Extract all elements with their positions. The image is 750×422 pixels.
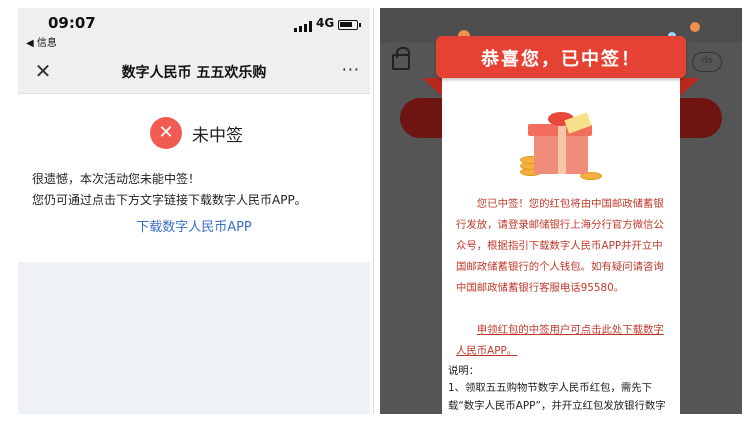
nav-bar: ✕ 数字人民币 五五欢乐购 ··· [18,50,370,94]
confetti-dot [690,22,700,32]
result-text: 未中签 [192,125,243,146]
status-bar: 09:07 ◀ 信息 4G [18,8,370,50]
note-body: 1、领取五五购物节数字人民币红包，需先下载“数字人民币APP”，并开立红包发放银… [448,382,666,412]
download-app-link[interactable]: 申领红包的中签用户可点击此处下载数字人民币APP。 [456,320,670,362]
network-type: 4G [316,16,335,30]
win-message: 您已中签！您的红包将由中国邮政储蓄银行发放，请登录邮储银行上海分行官方微信公众号… [456,198,664,294]
battery-icon [338,20,361,30]
message-line-1: 很遗憾，本次活动您未能中签！ [32,172,201,186]
background-badge: ds [692,52,722,72]
more-options-icon[interactable]: ··· [342,60,360,79]
screenshot-composite: 09:07 ◀ 信息 4G ✕ 数字人民币 五五欢乐购 ··· ✕ 未中签 很遗… [0,0,750,422]
empty-content-area [18,262,370,414]
close-icon[interactable]: ✕ [32,60,54,82]
gift-box-icon [520,106,602,184]
message-line-2: 您仍可通过点击下方文字链接下载数字人民币APP。 [32,193,307,207]
back-to-messages-link[interactable]: ◀ 信息 [26,34,57,49]
banner-ribbon-left [422,78,442,96]
close-circle-icon: ✕ [150,117,182,149]
right-phone-screen: 193 ds 恭喜您，已中签！ 您已中签！您的红包将由中国邮政储蓄银行发放，请登… [380,8,742,414]
banner-ribbon-right [680,78,700,96]
dialog-banner: 恭喜您，已中签！ [436,36,686,78]
lottery-result: ✕ 未中签 [150,116,243,150]
signal-icon [294,20,312,32]
note-title: 说明： [448,365,480,377]
divider [373,8,374,414]
dialog-title: 恭喜您，已中签！ [481,49,641,70]
status-time: 09:07 [48,14,96,32]
page-title: 数字人民币 五五欢乐购 [121,65,267,81]
download-app-link[interactable]: 下载数字人民币APP [18,216,370,235]
lock-icon [392,47,410,70]
left-phone-screen: 09:07 ◀ 信息 4G ✕ 数字人民币 五五欢乐购 ··· ✕ 未中签 很遗… [18,8,370,414]
